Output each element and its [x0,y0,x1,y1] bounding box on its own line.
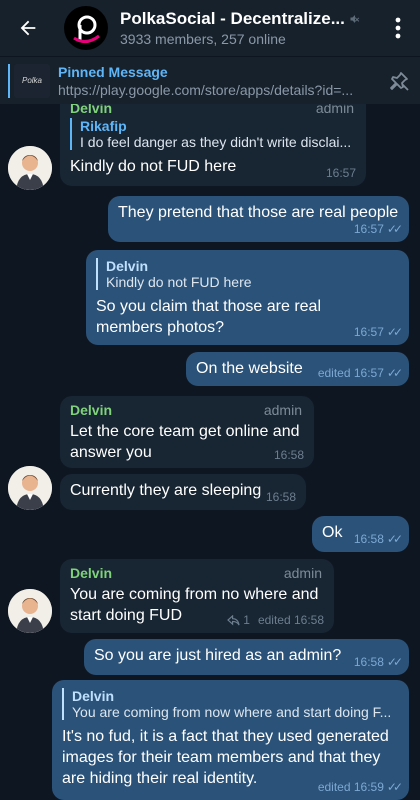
delvin-avatar-icon [8,146,52,190]
admin-badge: admin [315,104,354,116]
unpin-button[interactable] [378,69,420,93]
message-bubble[interactable]: Delvin admin Let the core team get onlin… [60,396,314,468]
message-time: 16:58 ✓✓ [353,655,403,669]
chat-header: PolkaSocial - Decentralize... 3933 membe… [0,0,420,56]
read-check-icon: ✓✓ [386,532,403,546]
chat-header-info[interactable]: PolkaSocial - Decentralize... 3933 membe… [120,9,376,47]
read-check-icon: ✓✓ [386,655,403,669]
message-time: 16:57 ✓✓ [353,222,403,236]
message-bubble[interactable]: Delvin admin Rikafip I do feel danger as… [60,104,366,186]
message-text: So you claim that those are real members… [96,298,322,336]
reply-count: 1 [243,613,250,627]
chat-subtitle: 3933 members, 257 online [120,31,286,47]
chat-title: PolkaSocial - Decentralize... [120,9,376,29]
message-time: 16:58 ✓✓ [353,532,403,546]
message-bubble[interactable]: Delvin You are coming from now where and… [52,680,409,800]
more-vertical-icon [395,17,401,39]
message-text: They pretend that those are real people [118,204,399,221]
sender-name: Delvin [70,104,113,116]
pinned-content: Pinned Message https://play.google.com/s… [58,64,378,98]
reply-text: You are coming from now where and start … [72,704,392,720]
read-check-icon: ✓✓ [386,366,403,380]
more-options-button[interactable] [376,0,420,56]
message-text: Kindly do not FUD here [70,158,237,175]
message-time: 1 edited 16:58 [227,613,324,627]
message-text: Currently they are sleeping [70,482,262,499]
user-avatar[interactable] [8,466,52,510]
message-time: edited 16:59 ✓✓ [317,780,403,794]
message-bubble[interactable]: Currently they are sleeping 16:58 [60,474,306,510]
user-avatar[interactable] [8,146,52,190]
message-bubble[interactable]: They pretend that those are real people … [108,196,409,242]
reply-quote[interactable]: Delvin Kindly do not FUD here [96,258,399,290]
read-check-icon: ✓✓ [386,325,403,339]
message-time: 16:58 [265,490,296,504]
pinned-body: https://play.google.com/store/apps/detai… [58,81,354,98]
muted-icon [350,15,360,23]
message-bubble[interactable]: Delvin admin You are coming from no wher… [60,559,334,633]
reply-count-icon [227,614,240,626]
message-bubble[interactable]: So you are just hired as an admin? 16:58… [84,639,409,675]
user-avatar[interactable] [8,589,52,633]
read-check-icon: ✓✓ [386,222,403,236]
read-check-icon: ✓✓ [386,780,403,794]
delvin-avatar-icon [8,589,52,633]
pinned-thumbnail: Polka [14,63,50,98]
message-time: 16:57 ✓✓ [353,325,403,339]
chat-avatar[interactable] [64,6,108,50]
message-bubble[interactable]: On the website edited 16:57 ✓✓ [186,352,409,386]
pinned-indicator [8,63,10,98]
reply-text: Kindly do not FUD here [106,274,252,290]
reply-text: I do feel danger as they didn't write di… [80,134,352,150]
reply-quote[interactable]: Delvin You are coming from now where and… [62,688,399,720]
message-time: edited 16:57 ✓✓ [317,366,403,380]
polkasocial-logo-icon [67,9,105,47]
pinned-message-bar[interactable]: Polka Pinned Message https://play.google… [0,56,420,104]
arrow-left-icon [20,20,36,36]
message-bubble[interactable]: Ok 16:58 ✓✓ [312,516,409,552]
unpin-icon [390,71,409,91]
message-time: 16:58 [273,448,304,462]
message-time: 16:57 [325,166,356,180]
admin-badge: admin [263,402,302,418]
admin-badge: admin [283,565,322,581]
reply-sender: Rikafip [80,118,127,134]
message-bubble[interactable]: Delvin Kindly do not FUD here So you cla… [86,250,409,345]
pinned-title: Pinned Message [58,63,168,80]
reply-quote[interactable]: Rikafip I do feel danger as they didn't … [70,118,356,150]
reply-sender: Delvin [72,688,115,704]
reply-sender: Delvin [106,258,149,274]
delvin-avatar-icon [8,466,52,510]
back-button[interactable] [0,0,56,56]
message-list[interactable]: Delvin admin Rikafip I do feel danger as… [0,104,420,800]
message-text: Let the core team get online and answer … [70,423,300,461]
